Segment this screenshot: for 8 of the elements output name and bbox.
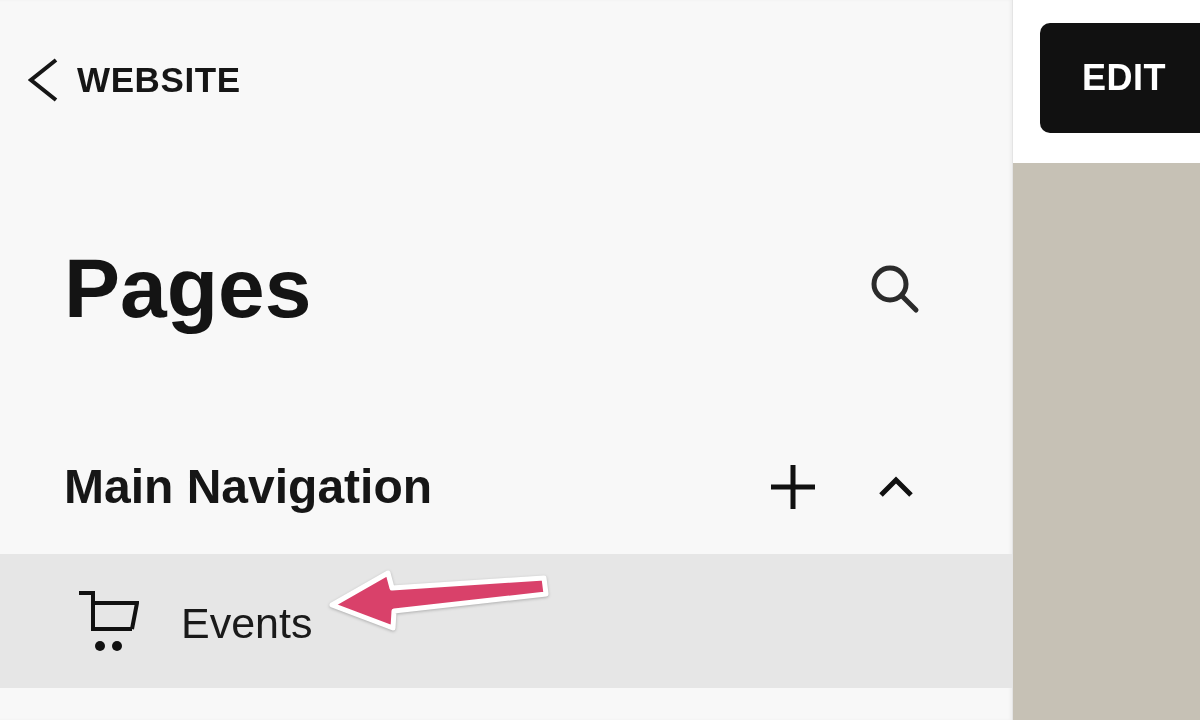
chevron-left-icon	[28, 58, 58, 102]
plus-icon	[770, 464, 816, 510]
cart-icon	[79, 590, 139, 652]
back-link[interactable]: WEBSITE	[28, 58, 241, 102]
panel-title: Pages	[64, 240, 312, 337]
nav-item[interactable]: Events	[0, 554, 1012, 688]
section-title: Main Navigation	[64, 459, 434, 515]
edit-button[interactable]: EDIT	[1040, 23, 1200, 133]
